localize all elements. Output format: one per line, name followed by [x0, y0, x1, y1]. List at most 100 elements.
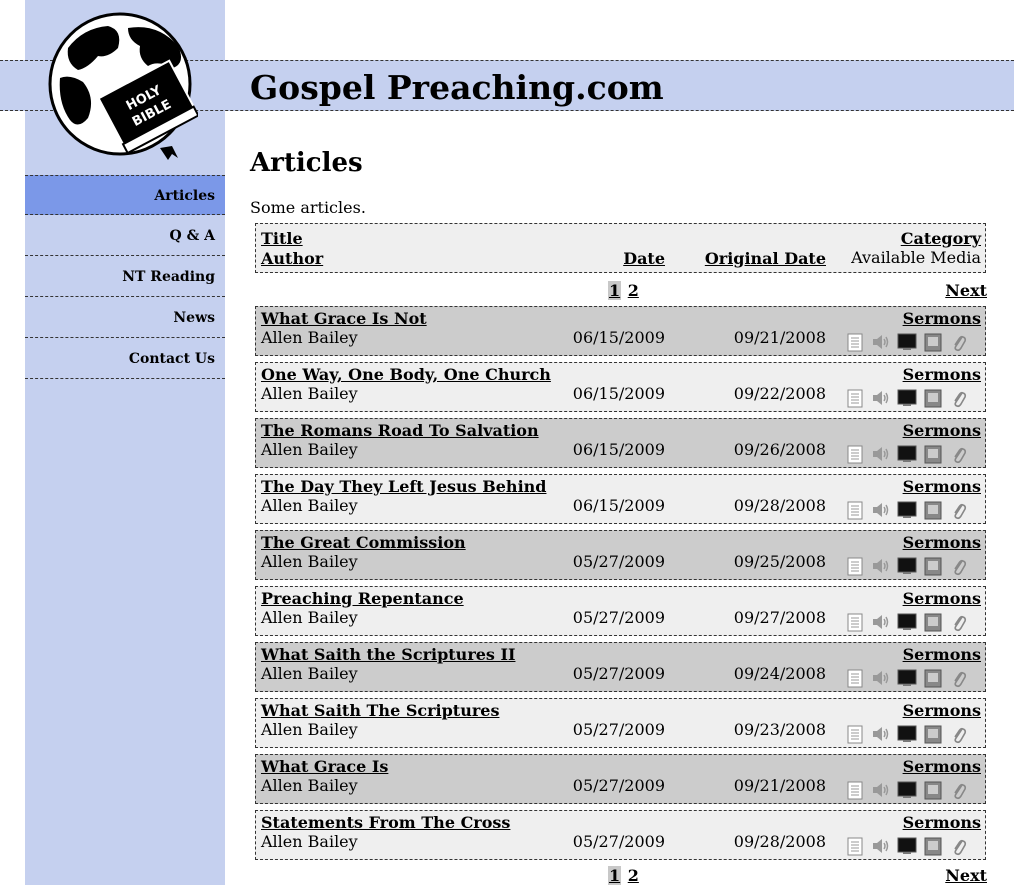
attachment-icon[interactable] — [949, 836, 969, 856]
video-icon[interactable] — [897, 388, 917, 408]
article-original-date: 09/23/2008 — [733, 720, 826, 739]
audio-icon[interactable] — [871, 668, 891, 688]
next-page-link[interactable]: Next — [945, 866, 987, 885]
article-title-link[interactable]: What Grace Is Not — [261, 309, 427, 328]
ebook-icon[interactable] — [923, 780, 943, 800]
article-title-link[interactable]: What Grace Is — [261, 757, 388, 776]
article-row: The Great Commission Sermons Allen Bailey 0… — [255, 530, 986, 580]
video-icon[interactable] — [897, 556, 917, 576]
sort-date-link[interactable]: Date — [623, 249, 665, 268]
article-category-link[interactable]: Sermons — [903, 365, 981, 384]
video-icon[interactable] — [897, 500, 917, 520]
sort-category-link[interactable]: Category — [901, 229, 981, 248]
article-title-link[interactable]: The Great Commission — [261, 533, 466, 552]
article-row: What Saith the Scriptures II Sermons Allen… — [255, 642, 986, 692]
article-date: 05/27/2009 — [572, 552, 665, 571]
audio-icon[interactable] — [871, 724, 891, 744]
sort-title-link[interactable]: Title — [261, 229, 303, 248]
page-link-2[interactable]: 2 — [627, 281, 640, 300]
audio-icon[interactable] — [871, 500, 891, 520]
article-title-link[interactable]: What Saith The Scriptures — [261, 701, 499, 720]
ebook-icon[interactable] — [923, 332, 943, 352]
audio-icon[interactable] — [871, 612, 891, 632]
nav-item-q-a[interactable]: Q & A — [25, 216, 225, 256]
audio-icon[interactable] — [871, 444, 891, 464]
article-row: What Grace Is Sermons Allen Bailey 05/27/20… — [255, 754, 986, 804]
nav-item-nt-reading[interactable]: NT Reading — [25, 257, 225, 297]
ebook-icon[interactable] — [923, 612, 943, 632]
video-icon[interactable] — [897, 780, 917, 800]
article-category-link[interactable]: Sermons — [903, 477, 981, 496]
document-icon[interactable] — [845, 668, 865, 688]
attachment-icon[interactable] — [949, 388, 969, 408]
video-icon[interactable] — [897, 724, 917, 744]
sort-original-date-link[interactable]: Original Date — [705, 249, 826, 268]
document-icon[interactable] — [845, 780, 865, 800]
article-category-link[interactable]: Sermons — [903, 701, 981, 720]
video-icon[interactable] — [897, 332, 917, 352]
attachment-icon[interactable] — [949, 724, 969, 744]
page-link-1[interactable]: 1 — [608, 281, 622, 300]
media-icons — [845, 723, 969, 745]
article-category-link[interactable]: Sermons — [903, 645, 981, 664]
ebook-icon[interactable] — [923, 388, 943, 408]
video-icon[interactable] — [897, 668, 917, 688]
document-icon[interactable] — [845, 388, 865, 408]
media-icons — [845, 387, 969, 409]
article-title-link[interactable]: The Romans Road To Salvation — [261, 421, 539, 440]
document-icon[interactable] — [845, 332, 865, 352]
nav-item-news[interactable]: News — [25, 298, 225, 338]
nav-item-articles[interactable]: Articles — [25, 175, 225, 215]
article-category-link[interactable]: Sermons — [903, 309, 981, 328]
sort-author-link[interactable]: Author — [261, 249, 323, 268]
article-date: 05/27/2009 — [572, 608, 665, 627]
attachment-icon[interactable] — [949, 780, 969, 800]
ebook-icon[interactable] — [923, 836, 943, 856]
attachment-icon[interactable] — [949, 668, 969, 688]
document-icon[interactable] — [845, 836, 865, 856]
article-date: 06/15/2009 — [572, 440, 665, 459]
article-title-link[interactable]: The Day They Left Jesus Behind — [261, 477, 546, 496]
attachment-icon[interactable] — [949, 612, 969, 632]
ebook-icon[interactable] — [923, 500, 943, 520]
ebook-icon[interactable] — [923, 556, 943, 576]
article-category-link[interactable]: Sermons — [903, 813, 981, 832]
article-category-link[interactable]: Sermons — [903, 421, 981, 440]
holy-bible-globe-logo[interactable]: HOLY BIBLE — [48, 8, 200, 160]
audio-icon[interactable] — [871, 388, 891, 408]
article-title-link[interactable]: Preaching Repentance — [261, 589, 464, 608]
document-icon[interactable] — [845, 500, 865, 520]
ebook-icon[interactable] — [923, 668, 943, 688]
audio-icon[interactable] — [871, 556, 891, 576]
article-title-link[interactable]: What Saith the Scriptures II — [261, 645, 515, 664]
page-link-2[interactable]: 2 — [627, 866, 640, 885]
document-icon[interactable] — [845, 724, 865, 744]
article-title-link[interactable]: Statements From The Cross — [261, 813, 510, 832]
nav-item-contact-us[interactable]: Contact Us — [25, 339, 225, 379]
attachment-icon[interactable] — [949, 500, 969, 520]
article-title-link[interactable]: One Way, One Body, One Church — [261, 365, 551, 384]
article-date: 05/27/2009 — [572, 832, 665, 851]
article-original-date: 09/21/2008 — [733, 776, 826, 795]
article-original-date: 09/26/2008 — [733, 440, 826, 459]
document-icon[interactable] — [845, 556, 865, 576]
ebook-icon[interactable] — [923, 724, 943, 744]
audio-icon[interactable] — [871, 836, 891, 856]
audio-icon[interactable] — [871, 332, 891, 352]
attachment-icon[interactable] — [949, 556, 969, 576]
article-category-link[interactable]: Sermons — [903, 533, 981, 552]
ebook-icon[interactable] — [923, 444, 943, 464]
document-icon[interactable] — [845, 444, 865, 464]
article-category-link[interactable]: Sermons — [903, 589, 981, 608]
document-icon[interactable] — [845, 612, 865, 632]
video-icon[interactable] — [897, 836, 917, 856]
video-icon[interactable] — [897, 612, 917, 632]
page-link-1[interactable]: 1 — [608, 866, 622, 885]
attachment-icon[interactable] — [949, 332, 969, 352]
video-icon[interactable] — [897, 444, 917, 464]
attachment-icon[interactable] — [949, 444, 969, 464]
media-icons — [845, 499, 969, 521]
audio-icon[interactable] — [871, 780, 891, 800]
article-category-link[interactable]: Sermons — [903, 757, 981, 776]
next-page-link[interactable]: Next — [945, 281, 987, 300]
